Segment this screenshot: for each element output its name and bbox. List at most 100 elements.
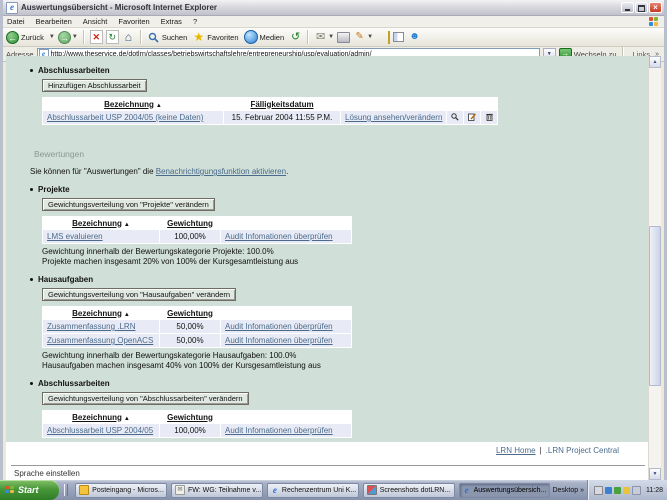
menu-bearbeiten[interactable]: Bearbeiten bbox=[36, 17, 72, 26]
browser-window: e Auswertungsübersicht - Microsoft Inter… bbox=[0, 0, 667, 480]
page-footer: LRN Home|.LRN Project Central Sprache ei… bbox=[6, 442, 661, 480]
panel-icon bbox=[393, 32, 404, 42]
category-heading: Abschlussarbeiten bbox=[30, 378, 641, 388]
item-link[interactable]: Abschlussarbeit USP 2004/05 bbox=[47, 426, 153, 435]
column-header-gewichtung[interactable]: Gewichtung bbox=[160, 411, 220, 423]
column-header-bezeichnung[interactable]: Bezeichnung▲ bbox=[43, 307, 159, 319]
item-link[interactable]: Zusammenfassung .LRN bbox=[47, 322, 135, 331]
back-dropdown-icon[interactable]: ▼ bbox=[49, 34, 55, 40]
table-header-row: Bezeichnung▲ Gewichtung bbox=[43, 307, 351, 319]
edit-icon[interactable] bbox=[468, 113, 476, 121]
edit-dropdown-icon[interactable]: ▼ bbox=[367, 34, 373, 40]
table-row: Zusammenfassung OpenACS 50,00% Audit Inf… bbox=[43, 334, 351, 347]
refresh-button[interactable]: ↻ bbox=[106, 30, 119, 44]
edit-button[interactable]: ✎ ▼ bbox=[353, 31, 373, 44]
item-link[interactable]: Zusammenfassung OpenACS bbox=[47, 336, 153, 345]
outlook-icon bbox=[79, 485, 89, 495]
tray-icon-1[interactable] bbox=[594, 486, 603, 495]
task-screenshots[interactable]: Screenshots dotLRN... bbox=[363, 483, 455, 498]
stop-button[interactable]: ✕ bbox=[90, 30, 103, 44]
close-icon: × bbox=[653, 4, 658, 12]
tray-icon-3[interactable] bbox=[614, 487, 621, 494]
audit-link[interactable]: Audit Infomationen überprüfen bbox=[225, 232, 333, 241]
lrn-home-link[interactable]: LRN Home bbox=[496, 446, 536, 455]
category-abschlussarbeiten: Abschlussarbeiten Gewichtungsverteilung … bbox=[30, 378, 641, 442]
close-button[interactable]: × bbox=[649, 2, 662, 13]
weight-value: 50,00% bbox=[160, 334, 220, 347]
menu-datei[interactable]: Datei bbox=[7, 17, 25, 26]
discuss-button[interactable] bbox=[376, 31, 389, 44]
abschlussarbeiten-weight-table: Bezeichnung▲ Gewichtung Abschlussarbeit … bbox=[42, 410, 352, 438]
view-magnifier-icon[interactable] bbox=[451, 113, 459, 121]
vertical-scrollbar[interactable]: ▲ ▼ bbox=[648, 56, 661, 480]
history-button[interactable]: ↺ bbox=[289, 31, 302, 44]
forward-dropdown-icon[interactable]: ▼ bbox=[72, 34, 78, 40]
task-posteingang[interactable]: Posteingang - Micros... bbox=[75, 483, 167, 498]
loesung-link[interactable]: Lösung ansehen/verändern bbox=[345, 113, 442, 122]
column-header-bezeichnung[interactable]: Bezeichnung▲ bbox=[43, 411, 159, 423]
delete-trash-icon[interactable] bbox=[486, 113, 493, 121]
search-button[interactable]: Suchen bbox=[147, 31, 189, 44]
forward-button[interactable]: → ▼ bbox=[58, 31, 78, 44]
sidebar-toggle-button[interactable] bbox=[392, 31, 405, 44]
messenger-button[interactable]: ☻ bbox=[408, 31, 421, 44]
ie-page-icon: e bbox=[6, 2, 18, 14]
audit-link[interactable]: Audit Infomationen überprüfen bbox=[225, 426, 333, 435]
benachrichtigung-link[interactable]: Benachrichtigungsfunktion aktivieren bbox=[156, 167, 286, 176]
notification-intro: Sie können für "Auswertungen" die Benach… bbox=[30, 167, 641, 176]
total-note: Hausaufgaben machen insgesamt 40% von 10… bbox=[42, 361, 641, 370]
favorites-button[interactable]: ★ Favoriten bbox=[192, 31, 240, 44]
abschlussarbeit-link[interactable]: Abschlussarbeit USP 2004/05 (keine Daten… bbox=[47, 113, 203, 122]
grip-icon[interactable] bbox=[64, 484, 68, 496]
weight-distribution-abschlussarbeiten-button[interactable]: Gewichtungsverteilung von "Abschlussarbe… bbox=[42, 392, 249, 405]
column-header-empty bbox=[221, 217, 351, 229]
tray-icon-4[interactable] bbox=[623, 487, 630, 494]
desktop-toolbar-label[interactable]: Desktop » bbox=[552, 487, 584, 494]
menu-favoriten[interactable]: Favoriten bbox=[118, 17, 149, 26]
tray-icon-2[interactable] bbox=[605, 487, 612, 494]
column-header-bezeichnung[interactable]: Bezeichnung▲ bbox=[43, 217, 159, 229]
media-button[interactable]: Medien bbox=[244, 30, 287, 44]
menu-hilfe[interactable]: ? bbox=[193, 17, 197, 26]
language-settings-link[interactable]: Sprache einstellen bbox=[14, 469, 80, 478]
task-auswertungsuebersicht-active[interactable]: e Auswertungsübersich... bbox=[459, 483, 551, 498]
column-header-bezeichnung[interactable]: Bezeichnung▲ bbox=[43, 98, 223, 110]
audit-link[interactable]: Audit Infomationen überprüfen bbox=[225, 336, 333, 345]
clock: 11:28 bbox=[646, 487, 663, 494]
back-button[interactable]: ← Zurück ▼ bbox=[6, 31, 55, 44]
scroll-down-button[interactable]: ▼ bbox=[649, 468, 661, 480]
scrollbar-thumb[interactable] bbox=[649, 226, 661, 386]
desktop-chevron-icon: » bbox=[580, 487, 584, 494]
menu-ansicht[interactable]: Ansicht bbox=[83, 17, 108, 26]
mail-button[interactable]: ✉ ▼ bbox=[314, 31, 334, 44]
item-link[interactable]: LMS evaluieren bbox=[47, 232, 103, 241]
total-note: Projekte machen insgesamt 20% von 100% d… bbox=[42, 257, 641, 266]
lrn-project-central-link[interactable]: .LRN Project Central bbox=[546, 446, 619, 455]
restore-button[interactable] bbox=[635, 2, 648, 13]
minimize-button[interactable] bbox=[621, 2, 634, 13]
add-abschlussarbeit-button[interactable]: Hinzufügen Abschlussarbeit bbox=[42, 79, 147, 92]
column-header-gewichtung[interactable]: Gewichtung bbox=[160, 307, 220, 319]
bullet-icon bbox=[30, 278, 33, 281]
print-button[interactable] bbox=[337, 31, 350, 44]
tray-icon-5[interactable] bbox=[632, 486, 641, 495]
menu-extras[interactable]: Extras bbox=[161, 17, 182, 26]
column-header-empty bbox=[341, 98, 446, 110]
column-header-faelligkeitsdatum[interactable]: Fälligkeitsdatum bbox=[224, 98, 340, 110]
toolbar-separator bbox=[83, 30, 85, 44]
start-button[interactable]: Start bbox=[0, 480, 59, 500]
home-button[interactable]: ⌂ bbox=[122, 31, 135, 44]
task-mail-message[interactable]: ✉ FW: WG: Teilnahme v... bbox=[171, 483, 263, 498]
weight-distribution-projekte-button[interactable]: Gewichtungsverteilung von "Projekte" ver… bbox=[42, 198, 215, 211]
column-header-gewichtung[interactable]: Gewichtung bbox=[160, 217, 220, 229]
weight-distribution-hausaufgaben-button[interactable]: Gewichtungsverteilung von "Hausaufgaben"… bbox=[42, 288, 236, 301]
audit-link[interactable]: Audit Infomationen überprüfen bbox=[225, 322, 333, 331]
category-heading: Hausaufgaben bbox=[30, 274, 641, 284]
back-icon: ← bbox=[6, 31, 19, 44]
category-projekte: Projekte Gewichtungsverteilung von "Proj… bbox=[30, 184, 641, 266]
restore-icon bbox=[638, 5, 645, 12]
weight-value: 100,00% bbox=[160, 230, 220, 243]
mail-dropdown-icon[interactable]: ▼ bbox=[328, 34, 334, 40]
scroll-up-button[interactable]: ▲ bbox=[649, 56, 661, 68]
task-rechenzentrum[interactable]: e Rechenzentrum Uni K... bbox=[267, 483, 359, 498]
